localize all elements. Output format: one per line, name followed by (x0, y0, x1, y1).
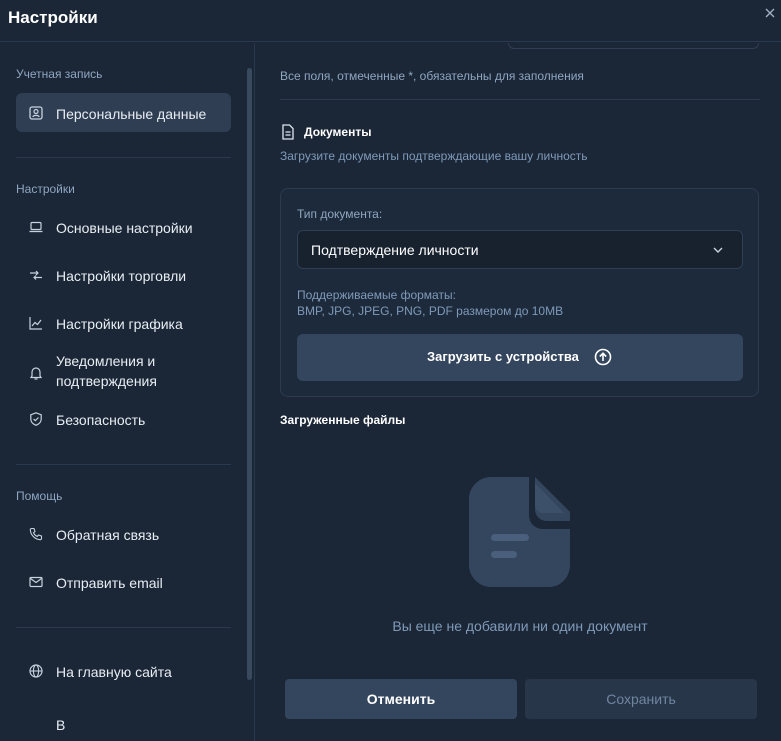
documents-title: Документы (304, 125, 372, 139)
sidebar-divider (16, 157, 231, 158)
sidebar-item-email[interactable]: Отправить email (16, 562, 231, 601)
supported-formats: Поддерживаемые форматы: BMP, JPG, JPEG, … (297, 287, 563, 319)
sidebar-item-general[interactable]: Основные настройки (16, 207, 231, 246)
sidebar-item-security[interactable]: Безопасность (16, 399, 231, 438)
sidebar-item-label: Основные настройки (56, 220, 193, 236)
cancel-button[interactable]: Отменить (285, 679, 517, 719)
globe-icon (29, 664, 43, 678)
id-card-icon (29, 106, 43, 120)
sidebar-item-label: Уведомления и подтверждения (56, 353, 157, 389)
sidebar-item-label: Настройки торговли (56, 268, 187, 284)
sidebar-item-partial[interactable]: В (16, 699, 231, 738)
sidebar-item-label: Персональные данные (56, 106, 207, 122)
section-account: Учетная запись (16, 67, 103, 81)
upload-from-device-button[interactable]: Загрузить с устройства (297, 334, 743, 381)
document-type-label: Тип документа: (297, 207, 383, 221)
previous-field-edge[interactable] (508, 43, 759, 49)
sidebar-scrollbar[interactable] (247, 68, 252, 680)
envelope-icon (29, 576, 43, 588)
sidebar-item-trading[interactable]: Настройки торговли (16, 255, 231, 294)
formats-label: Поддерживаемые форматы: (297, 288, 456, 302)
sidebar-item-label: Отправить email (56, 575, 163, 591)
section-settings: Настройки (16, 182, 75, 196)
settings-header: Настройки (0, 0, 781, 42)
document-type-select[interactable]: Подтверждение личности (297, 230, 743, 269)
upload-arrow-icon (594, 348, 612, 366)
section-help: Помощь (16, 489, 63, 503)
uploaded-files-title: Загруженные файлы (280, 413, 406, 427)
chevron-down-icon (713, 247, 723, 253)
upload-button-label: Загрузить с устройства (427, 349, 579, 364)
empty-document-icon (469, 477, 570, 587)
exchange-icon (30, 270, 42, 280)
dialog-title: Настройки (8, 8, 98, 27)
content-divider (280, 99, 760, 100)
save-button[interactable]: Сохранить (525, 679, 757, 719)
documents-subtitle: Загрузите документы подтверждающие вашу … (280, 149, 588, 163)
close-icon[interactable] (763, 6, 777, 20)
sidebar-item-notifications[interactable]: Уведомления и подтверждения (16, 351, 231, 395)
document-type-value: Подтверждение личности (311, 242, 479, 258)
sidebar-item-label: Безопасность (56, 412, 146, 428)
formats-value: BMP, JPG, JPEG, PNG, PDF размером до 10M… (297, 304, 564, 318)
sidebar-item-label: Обратная связь (56, 527, 160, 543)
shield-icon (30, 412, 42, 426)
settings-sidebar: Учетная запись Персональные данные Настр… (0, 43, 255, 741)
sidebar-divider (16, 464, 231, 465)
sidebar-item-label: Настройки графика (56, 316, 183, 332)
sidebar-item-label: В (56, 717, 66, 733)
empty-state-text: Вы еще не добавили ни один документ (392, 618, 648, 634)
sidebar-item-label: На главную сайта (56, 664, 172, 680)
sidebar-divider (16, 627, 231, 628)
sidebar-item-personal[interactable]: Персональные данные (16, 93, 231, 132)
document-icon (282, 124, 294, 140)
bell-icon (29, 367, 43, 380)
settings-content: Все поля, отмеченные *, обязательны для … (256, 43, 781, 741)
laptop-icon (29, 221, 43, 233)
chart-line-icon (29, 317, 42, 330)
sidebar-item-feedback[interactable]: Обратная связь (16, 514, 231, 553)
document-upload-card: Тип документа: Подтверждение личности По… (280, 188, 759, 397)
required-fields-note: Все поля, отмеченные *, обязательны для … (280, 69, 584, 83)
sidebar-item-home[interactable]: На главную сайта (16, 651, 231, 690)
sidebar-item-chart[interactable]: Настройки графика (16, 303, 231, 342)
phone-icon (29, 527, 43, 541)
